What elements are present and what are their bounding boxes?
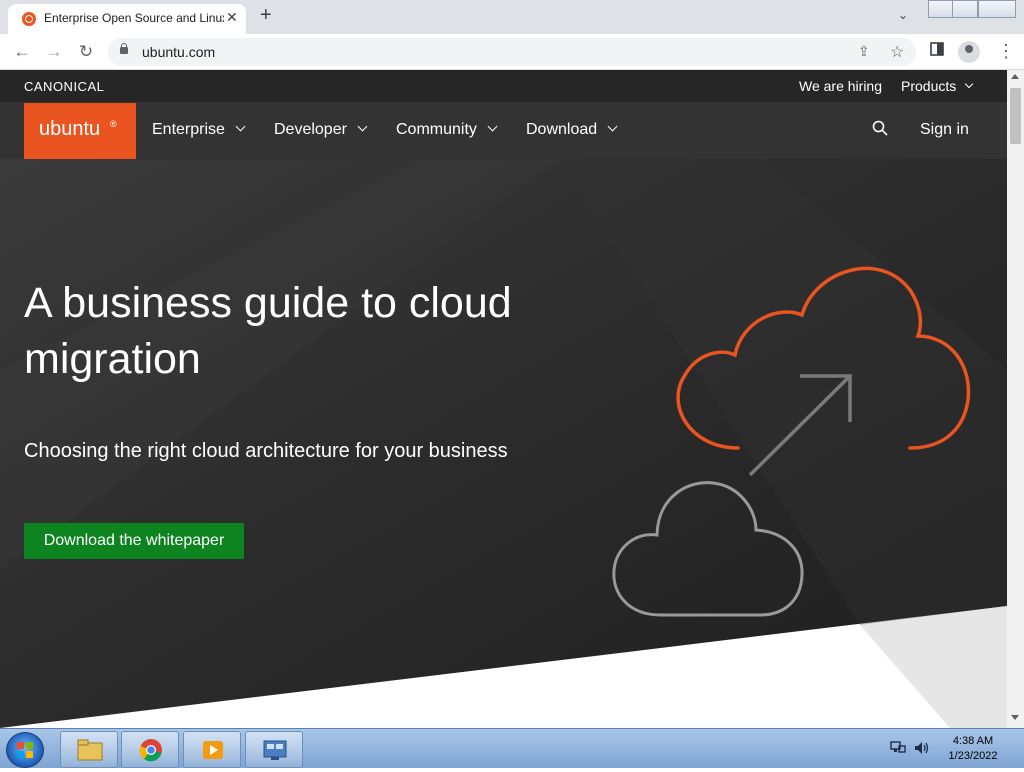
browser-toolbar: ← → ↻ ubuntu.com ⇪ ☆ ⋮ [0,34,1024,70]
bookmark-star-icon[interactable]: ☆ [890,42,904,62]
close-tab-icon[interactable]: ✕ [226,9,238,26]
chevron-down-icon [235,121,246,132]
search-icon[interactable] [872,120,888,141]
media-player-icon [203,741,223,759]
minimize-button[interactable] [928,0,954,18]
folder-icon [77,739,103,761]
reload-button[interactable]: ↻ [74,40,98,64]
network-icon[interactable] [890,741,906,758]
nav-enterprise[interactable]: Enterprise [152,121,246,139]
nav-community[interactable]: Community [396,121,498,139]
clock-time: 4:38 AM [952,735,994,747]
taskbar-chrome[interactable] [121,731,179,768]
share-icon[interactable]: ⇪ [858,43,870,60]
back-button[interactable]: ← [10,40,34,64]
scroll-thumb[interactable] [1010,88,1021,144]
products-menu[interactable]: Products [901,78,974,94]
control-panel-icon [263,740,287,760]
chevron-down-icon [965,79,974,89]
scroll-down-arrow-icon[interactable] [1011,715,1019,720]
clock-date: 1/23/2022 [948,750,998,762]
volume-icon[interactable] [914,741,930,758]
lock-icon[interactable] [120,43,128,54]
hero-subtitle: Choosing the right cloud architecture fo… [24,440,508,462]
new-tab-button[interactable]: + [260,4,272,27]
hero-background [0,159,1007,728]
browser-tab[interactable]: Enterprise Open Source and Linux ✕ [8,4,246,34]
nav-developer[interactable]: Developer [274,121,368,139]
tab-search-chevron-icon[interactable]: ⌄ [898,8,908,22]
sign-in-link[interactable]: Sign in [920,121,969,139]
main-navigation: ubuntu ® Enterprise Developer Community … [0,102,1007,159]
download-whitepaper-button[interactable]: Download the whitepaper [24,523,244,559]
chevron-down-icon [487,121,498,132]
page-scrollbar[interactable] [1007,70,1024,728]
taskbar-control-panel[interactable] [245,731,303,768]
tab-title: Enterprise Open Source and Linux [44,11,224,25]
browser-menu-icon[interactable]: ⋮ [997,41,1015,62]
side-panel-icon[interactable] [930,42,944,61]
windows-taskbar: 4:38 AM 1/23/2022 [0,728,1024,768]
chevron-down-icon [357,121,368,132]
profile-avatar-icon[interactable] [958,41,980,63]
forward-button[interactable]: → [42,40,66,64]
taskbar-file-explorer[interactable] [60,731,118,768]
hero-section: CANONICAL We are hiring Products ubuntu … [0,70,1007,728]
windows-logo-icon [17,742,33,758]
hero-title: A business guide to cloud migration [24,279,512,383]
taskbar-media-player[interactable] [183,731,241,768]
close-window-button[interactable] [978,0,1016,18]
canonical-logo[interactable]: CANONICAL [24,79,104,94]
chevron-down-icon [607,121,618,132]
web-page: CANONICAL We are hiring Products ubuntu … [0,70,1007,728]
chrome-icon [139,739,162,762]
scroll-up-arrow-icon[interactable] [1011,74,1019,79]
url-text[interactable]: ubuntu.com [142,44,215,60]
nav-download[interactable]: Download [526,121,618,139]
products-label: Products [901,78,957,94]
we-are-hiring-link[interactable]: We are hiring [799,78,882,94]
tab-strip: Enterprise Open Source and Linux ✕ + ⌄ [0,0,1024,34]
start-button[interactable] [6,732,44,768]
registered-mark: ® [110,119,117,129]
address-bar[interactable]: ubuntu.com ⇪ ☆ [108,38,916,66]
ubuntu-favicon-icon [22,12,36,26]
canonical-top-bar: CANONICAL We are hiring Products [0,70,1007,102]
ubuntu-logo[interactable]: ubuntu ® [24,103,136,159]
logo-text: ubuntu [39,118,101,140]
maximize-button[interactable] [952,0,978,18]
system-clock[interactable]: 4:38 AM 1/23/2022 [940,734,1006,764]
